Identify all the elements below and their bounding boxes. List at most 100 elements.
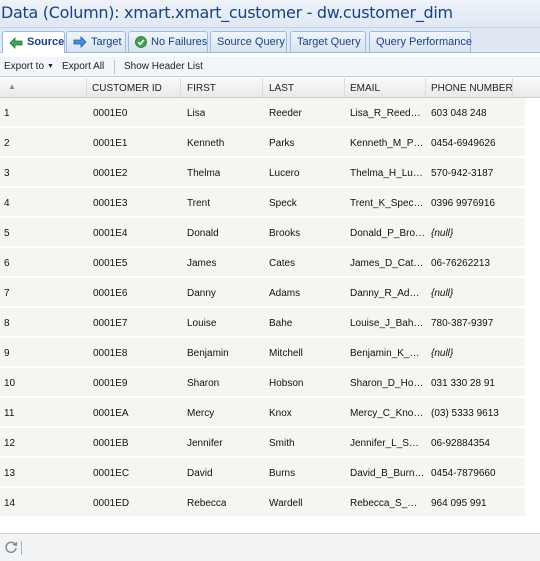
cell-first[interactable]: Thelma [187,168,220,179]
show-header-list-button[interactable]: Show Header List [124,61,203,72]
cell-email[interactable]: Rebecca_S_… [350,498,417,509]
cell-email[interactable]: David_B_Burn… [350,468,424,479]
table-row[interactable]: 11 0001EA Mercy Knox Mercy_C_Kno… (03) 5… [0,398,525,427]
cell-email[interactable]: Sharon_D_Ho… [350,378,423,389]
column-header-phone-number[interactable]: PHONE NUMBER [431,83,513,94]
cell-first[interactable]: Kenneth [187,138,224,149]
column-divider[interactable] [425,78,426,98]
table-row[interactable]: 3 0001E2 Thelma Lucero Thelma_H_Lu… 570-… [0,158,525,187]
tab-no-failures[interactable]: No Failures [128,31,208,52]
cell-first[interactable]: Lisa [187,108,205,119]
table-row[interactable]: 8 0001E7 Louise Bahe Louise_J_Bah… 780-3… [0,308,525,337]
cell-email[interactable]: Jennifer_L_S… [350,438,419,449]
cell-customer-id[interactable]: 0001EB [93,438,129,449]
cell-last[interactable]: Brooks [269,228,300,239]
cell-last[interactable]: Parks [269,138,295,149]
table-row[interactable]: 1 0001E0 Lisa Reeder Lisa_R_Reed… 603 04… [0,98,525,127]
table-row[interactable]: 2 0001E1 Kenneth Parks Kenneth_M_P… 0454… [0,128,525,157]
cell-phone-number[interactable]: (03) 5333 9613 [431,408,499,419]
cell-first[interactable]: Trent [187,198,210,209]
cell-customer-id[interactable]: 0001E7 [93,318,127,329]
cell-last[interactable]: Bahe [269,318,292,329]
cell-customer-id[interactable]: 0001E9 [93,378,127,389]
cell-customer-id[interactable]: 0001E5 [93,258,127,269]
column-divider[interactable] [512,78,513,98]
export-all-button[interactable]: Export All [62,61,104,72]
tab-source[interactable]: Source [2,31,65,53]
cell-phone-number[interactable]: 06-92884354 [431,438,490,449]
cell-first[interactable]: Mercy [187,408,214,419]
cell-phone-number[interactable]: 603 048 248 [431,108,487,119]
column-divider[interactable] [86,78,87,98]
cell-email[interactable]: Kenneth_M_P… [350,138,423,149]
cell-last[interactable]: Lucero [269,168,300,179]
cell-email[interactable]: Louise_J_Bah… [350,318,423,329]
cell-customer-id[interactable]: 0001E4 [93,228,127,239]
cell-last[interactable]: Adams [269,288,300,299]
cell-first[interactable]: Jennifer [187,438,223,449]
cell-customer-id[interactable]: 0001E0 [93,108,127,119]
table-row[interactable]: 10 0001E9 Sharon Hobson Sharon_D_Ho… 031… [0,368,525,397]
table-row[interactable]: 12 0001EB Jennifer Smith Jennifer_L_S… 0… [0,428,525,457]
cell-first[interactable]: Rebecca [187,498,226,509]
cell-email[interactable]: James_D_Cat… [350,258,423,269]
export-to-menu[interactable]: Export to ▼ [4,61,54,72]
cell-last[interactable]: Mitchell [269,348,303,359]
cell-phone-number[interactable]: {null} [431,228,453,239]
table-row[interactable]: 14 0001ED Rebecca Wardell Rebecca_S_… 96… [0,488,525,517]
cell-last[interactable]: Smith [269,438,295,449]
cell-customer-id[interactable]: 0001ED [93,498,129,509]
table-row[interactable]: 4 0001E3 Trent Speck Trent_K_Spec… 0396 … [0,188,525,217]
table-row[interactable]: 6 0001E5 James Cates James_D_Cat… 06-762… [0,248,525,277]
cell-phone-number[interactable]: {null} [431,348,453,359]
column-header-email[interactable]: EMAIL [350,83,380,94]
cell-phone-number[interactable]: 0396 9976916 [431,198,495,209]
cell-last[interactable]: Reeder [269,108,302,119]
cell-last[interactable]: Burns [269,468,295,479]
cell-phone-number[interactable]: 031 330 28 91 [431,378,495,389]
cell-email[interactable]: Trent_K_Spec… [350,198,424,209]
cell-phone-number[interactable]: 06-76262213 [431,258,490,269]
cell-first[interactable]: Benjamin [187,348,229,359]
cell-phone-number[interactable]: 0454-6949626 [431,138,496,149]
cell-phone-number[interactable]: {null} [431,288,453,299]
column-divider[interactable] [180,78,181,98]
cell-email[interactable]: Benjamin_K_… [350,348,419,359]
cell-phone-number[interactable]: 964 095 991 [431,498,487,509]
cell-phone-number[interactable]: 780-387-9397 [431,318,493,329]
column-header-last[interactable]: LAST [269,83,294,94]
cell-email[interactable]: Danny_R_Ad… [350,288,419,299]
refresh-icon[interactable] [4,540,18,557]
cell-first[interactable]: Sharon [187,378,219,389]
tab-source-query[interactable]: Source Query [210,31,287,52]
cell-customer-id[interactable]: 0001EA [93,408,129,419]
column-divider[interactable] [344,78,345,98]
cell-first[interactable]: Donald [187,228,219,239]
sort-ascending-icon[interactable]: ▲ [8,82,16,91]
tab-query-performance[interactable]: Query Performance [369,31,472,52]
cell-customer-id[interactable]: 0001E2 [93,168,127,179]
cell-first[interactable]: David [187,468,213,479]
cell-phone-number[interactable]: 0454-7879660 [431,468,496,479]
cell-email[interactable]: Thelma_H_Lu… [350,168,423,179]
cell-email[interactable]: Lisa_R_Reed… [350,108,421,119]
cell-customer-id[interactable]: 0001E6 [93,288,127,299]
cell-email[interactable]: Donald_P_Bro… [350,228,425,239]
table-row[interactable]: 7 0001E6 Danny Adams Danny_R_Ad… {null} [0,278,525,307]
cell-first[interactable]: Danny [187,288,216,299]
cell-last[interactable]: Wardell [269,498,303,509]
cell-first[interactable]: James [187,258,216,269]
tab-target[interactable]: Target [66,31,126,52]
cell-customer-id[interactable]: 0001EC [93,468,129,479]
tab-target-query[interactable]: Target Query [290,31,366,52]
cell-customer-id[interactable]: 0001E3 [93,198,127,209]
column-header-customer-id[interactable]: CUSTOMER ID [92,83,162,94]
cell-phone-number[interactable]: 570-942-3187 [431,168,493,179]
cell-last[interactable]: Hobson [269,378,303,389]
cell-last[interactable]: Knox [269,408,292,419]
table-row[interactable]: 9 0001E8 Benjamin Mitchell Benjamin_K_… … [0,338,525,367]
table-row[interactable]: 5 0001E4 Donald Brooks Donald_P_Bro… {nu… [0,218,525,247]
cell-last[interactable]: Speck [269,198,297,209]
table-row[interactable]: 13 0001EC David Burns David_B_Burn… 0454… [0,458,525,487]
cell-customer-id[interactable]: 0001E1 [93,138,127,149]
